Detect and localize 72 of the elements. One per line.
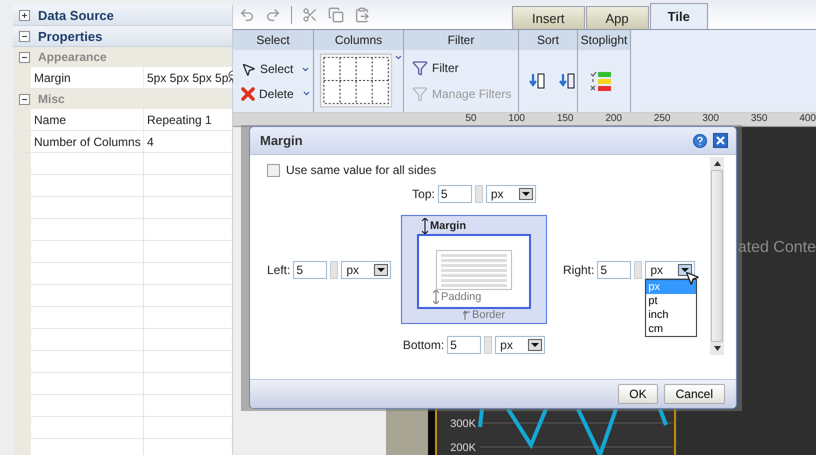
scrollbar[interactable] — [710, 157, 724, 355]
property-value[interactable]: Repeating 1 — [144, 109, 232, 130]
section-header[interactable]: Data Source — [13, 5, 232, 26]
property-name: Name — [31, 109, 143, 130]
dropdown-button[interactable] — [518, 188, 533, 200]
close-icon[interactable] — [713, 133, 728, 148]
checkbox[interactable] — [267, 164, 280, 176]
group-title: Filter — [404, 30, 518, 50]
dropdown-button[interactable] — [374, 264, 388, 276]
side-label: Left: — [267, 262, 290, 276]
redo-icon[interactable] — [265, 7, 281, 23]
heading: ated Conte — [738, 239, 816, 257]
padding-label: Padding — [441, 291, 482, 303]
number-field[interactable]: 5 — [293, 260, 328, 278]
group-title: Columns — [314, 30, 403, 50]
expand-icon[interactable] — [19, 10, 30, 20]
double-arrow-icon — [422, 218, 428, 234]
line-chart: 300K 200K — [428, 409, 678, 455]
margin-label: Margin — [430, 220, 466, 232]
dropdown-button[interactable] — [528, 339, 542, 351]
scroll-up-icon[interactable] — [714, 161, 720, 166]
number-field[interactable]: 5 — [438, 185, 472, 203]
property-name: Number of Columns — [31, 131, 143, 152]
columns-layout-button[interactable] — [320, 53, 392, 108]
number-field[interactable]: 5 — [447, 336, 482, 354]
dialog-title: Margin — [260, 133, 304, 148]
double-arrow-icon — [433, 290, 439, 304]
paste-icon[interactable] — [354, 7, 370, 23]
unit-option[interactable]: pt — [646, 294, 696, 308]
unit-select[interactable]: px — [486, 185, 536, 203]
collapse-icon[interactable] — [19, 52, 30, 62]
help-icon[interactable] — [693, 134, 707, 148]
ruler: 50 100 150 200 250 300 350 400 — [233, 113, 816, 127]
toolbar-button[interactable]: Select — [241, 62, 294, 76]
scroll-down-icon[interactable] — [714, 346, 720, 351]
copy-icon[interactable] — [328, 7, 344, 23]
cut-icon[interactable] — [302, 7, 318, 23]
dropdown-button[interactable] — [678, 264, 692, 276]
section-header[interactable]: Properties — [13, 26, 232, 47]
side-label: Top: — [412, 187, 435, 201]
checkbox-label: Use same value for all sides — [286, 163, 436, 177]
group-title: Stoplight — [578, 30, 630, 50]
sort-ascending-icon[interactable] — [529, 72, 545, 90]
tab[interactable]: Insert — [512, 6, 585, 29]
delete-icon — [241, 86, 255, 100]
dropdown-caret-icon[interactable] — [394, 53, 403, 62]
border-label: Border — [472, 309, 506, 321]
side-label: Right: — [563, 262, 594, 276]
tab[interactable]: App — [586, 6, 649, 29]
group-title: Sort — [519, 30, 577, 50]
property-value[interactable]: 4 — [144, 131, 232, 152]
number-field[interactable]: 5 — [597, 260, 632, 278]
toolbar-button[interactable]: Delete — [241, 86, 294, 100]
undo-icon[interactable] — [239, 7, 255, 23]
toolbar-button[interactable]: Filter — [412, 60, 459, 76]
pointer-icon — [241, 62, 256, 76]
filter-icon — [412, 60, 428, 76]
dropdown-caret-icon[interactable] — [302, 89, 311, 98]
unit-select[interactable]: px — [495, 336, 546, 354]
unit-select[interactable]: px — [341, 260, 392, 278]
filter-icon — [412, 86, 428, 102]
tab[interactable]: Tile — [650, 3, 708, 29]
collapse-icon[interactable] — [19, 30, 30, 42]
side-label: Bottom: — [402, 338, 444, 352]
collapse-icon[interactable] — [19, 94, 30, 104]
group-title: Select — [233, 30, 313, 50]
sort-descending-icon[interactable] — [559, 72, 575, 90]
property-name: Margin — [31, 67, 143, 88]
cancel-button[interactable]: Cancel — [664, 384, 725, 404]
stoplight-icon[interactable] — [590, 71, 612, 91]
arrow-icon — [462, 310, 470, 320]
ok-button[interactable]: OK — [618, 384, 658, 404]
